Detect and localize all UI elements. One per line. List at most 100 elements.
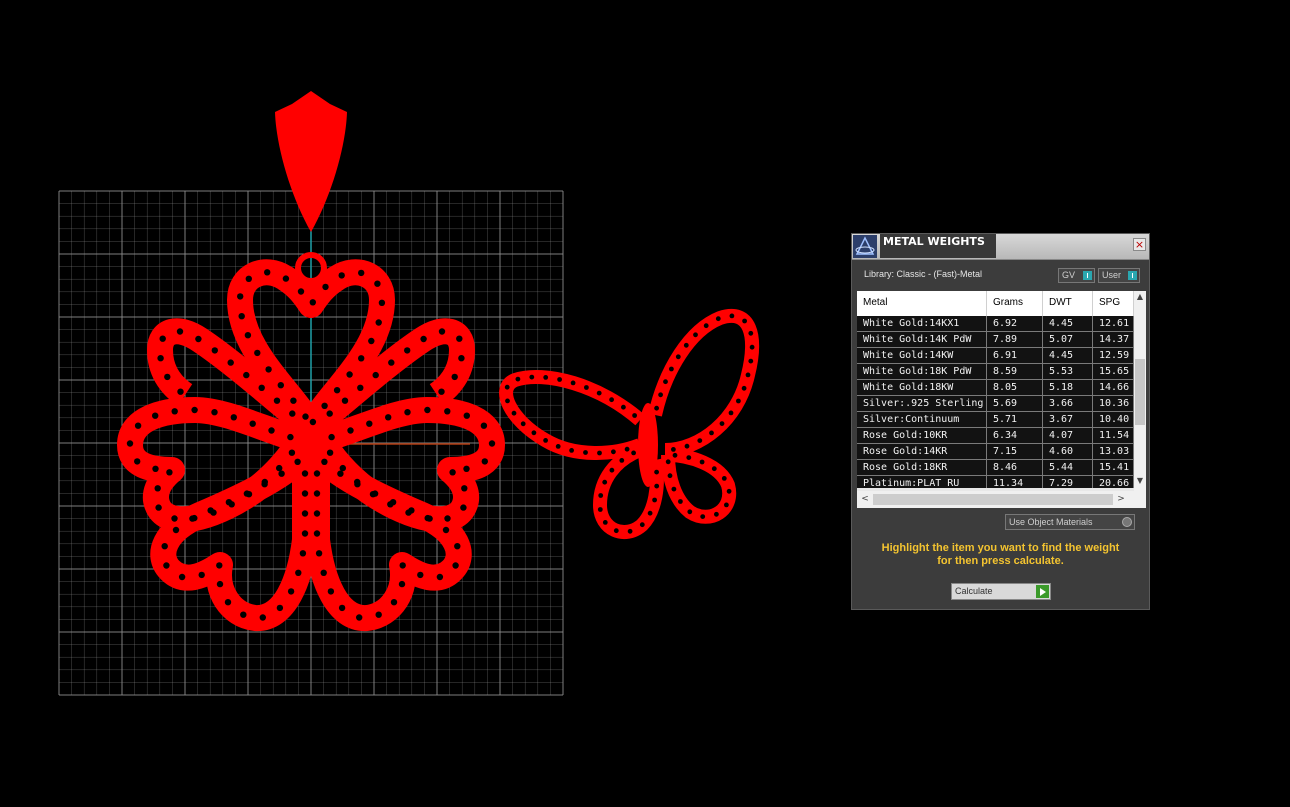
pave-hole <box>667 473 673 479</box>
pave-hole <box>729 313 735 319</box>
pave-hole <box>313 490 321 497</box>
pave-hole <box>321 458 328 465</box>
pave-hole <box>724 502 729 508</box>
pave-hole <box>658 392 663 398</box>
pave-hole <box>632 413 637 418</box>
vertical-scroll-thumb[interactable] <box>1135 359 1145 425</box>
pave-hole <box>227 359 234 366</box>
horizontal-scroll-thumb[interactable] <box>873 494 1113 505</box>
pave-hole <box>438 328 446 335</box>
pave-hole <box>404 347 411 354</box>
scroll-up-icon[interactable]: ▲ <box>1134 291 1146 303</box>
pave-hole <box>375 319 382 326</box>
pave-hole <box>627 528 633 534</box>
pave-hole <box>619 458 625 463</box>
pave-hole <box>488 440 496 447</box>
table-cell: 10.36 <box>1093 396 1134 411</box>
pave-hole <box>313 510 321 517</box>
pave-hole <box>177 388 184 395</box>
pave-hole <box>652 497 657 503</box>
pave-hole <box>322 283 329 291</box>
column-header-spg[interactable]: SPG <box>1093 291 1134 316</box>
horizontal-scrollbar[interactable]: < > <box>857 491 1146 508</box>
vertical-scrollbar[interactable]: ▲ ▼ <box>1134 291 1146 491</box>
pave-hole <box>240 611 247 618</box>
table-cell: Rose Gold:18KR <box>857 460 987 475</box>
column-header-dwt[interactable]: DWT <box>1043 291 1093 316</box>
pave-hole <box>621 404 626 410</box>
pave-hole <box>341 397 349 404</box>
pave-hole <box>338 272 345 279</box>
pave-hole <box>728 410 734 416</box>
pave-hole <box>709 430 714 436</box>
pave-hole <box>515 376 521 382</box>
pave-hole <box>654 469 659 475</box>
pave-hole <box>238 313 245 320</box>
pave-hole <box>126 440 134 447</box>
table-row[interactable]: White Gold:14K PdW 7.89 5.07 14.37 <box>857 332 1134 348</box>
pave-hole <box>711 466 717 472</box>
pave-hole <box>268 427 275 434</box>
pave-hole <box>171 408 178 415</box>
pave-hole <box>684 443 690 449</box>
pave-hole <box>157 355 164 362</box>
metal-table: Metal Grams DWT SPG White Gold:14KX1 6.92… <box>857 291 1146 508</box>
pave-hole <box>328 433 335 441</box>
pave-hole <box>420 335 427 343</box>
pave-hole <box>602 479 608 485</box>
toggle-switch-icon <box>1128 271 1137 280</box>
pave-hole <box>719 421 725 426</box>
user-toggle[interactable]: User <box>1098 268 1140 283</box>
use-object-materials-toggle[interactable]: Use Object Materials <box>1005 514 1135 530</box>
pave-hole <box>249 420 256 427</box>
pave-hole <box>243 371 250 379</box>
pave-hole <box>399 562 406 569</box>
table-row[interactable]: Platinum:PLAT RU 11.34 7.29 20.66 <box>857 476 1134 488</box>
pave-hole <box>358 355 365 362</box>
pave-hole <box>152 465 159 472</box>
pave-hole <box>297 288 305 295</box>
table-row[interactable]: Rose Gold:18KR 8.46 5.44 15.41 <box>857 460 1134 476</box>
pave-hole <box>302 413 309 420</box>
calculate-label: Calculate <box>955 586 993 596</box>
pave-hole <box>520 421 526 427</box>
pave-hole <box>216 580 224 588</box>
scroll-left-icon[interactable]: < <box>859 493 871 506</box>
pave-hole <box>529 374 535 380</box>
column-header-metal[interactable]: Metal <box>857 291 987 316</box>
pave-hole <box>178 573 186 581</box>
pave-hole <box>721 476 727 481</box>
pave-hole <box>346 371 353 378</box>
table-cell: 15.41 <box>1093 460 1134 475</box>
pave-hole <box>244 332 252 339</box>
pave-hole <box>748 358 754 364</box>
pave-hole <box>198 571 205 579</box>
table-row[interactable]: Silver:Continuum 5.71 3.67 10.40 <box>857 412 1134 428</box>
table-row[interactable]: White Gold:14KX1 6.92 4.45 12.61 <box>857 316 1134 332</box>
table-cell: 4.45 <box>1043 316 1093 331</box>
pave-hole <box>715 316 721 322</box>
pave-hole <box>211 347 218 354</box>
table-row[interactable]: White Gold:18K PdW 8.59 5.53 15.65 <box>857 364 1134 380</box>
gv-toggle[interactable]: GV <box>1058 268 1095 283</box>
pave-hole <box>230 414 237 421</box>
gv-toggle-label: GV <box>1062 270 1076 280</box>
pave-hole <box>315 550 323 557</box>
table-cell: 7.89 <box>987 332 1043 347</box>
table-row[interactable]: Rose Gold:10KR 6.34 4.07 11.54 <box>857 428 1134 444</box>
close-button[interactable]: × <box>1133 238 1146 251</box>
calculate-button[interactable]: Calculate <box>951 583 1051 600</box>
table-row[interactable]: White Gold:18KW 8.05 5.18 14.66 <box>857 380 1134 396</box>
pave-hole <box>454 543 461 550</box>
scroll-right-icon[interactable]: > <box>1115 493 1127 506</box>
table-header: Metal Grams DWT SPG <box>857 291 1134 316</box>
table-row[interactable]: Silver:.925 Sterling 5.69 3.66 10.36 <box>857 396 1134 412</box>
flower-center <box>299 432 323 456</box>
table-cell: Silver:Continuum <box>857 412 987 427</box>
column-header-grams[interactable]: Grams <box>987 291 1043 316</box>
dialog-titlebar[interactable]: METAL WEIGHTS × <box>852 234 1149 260</box>
table-row[interactable]: Rose Gold:14KR 7.15 4.60 13.03 <box>857 444 1134 460</box>
scroll-down-icon[interactable]: ▼ <box>1134 475 1146 487</box>
table-row[interactable]: White Gold:14KW 6.91 4.45 12.59 <box>857 348 1134 364</box>
toggle-switch-icon <box>1083 271 1092 280</box>
